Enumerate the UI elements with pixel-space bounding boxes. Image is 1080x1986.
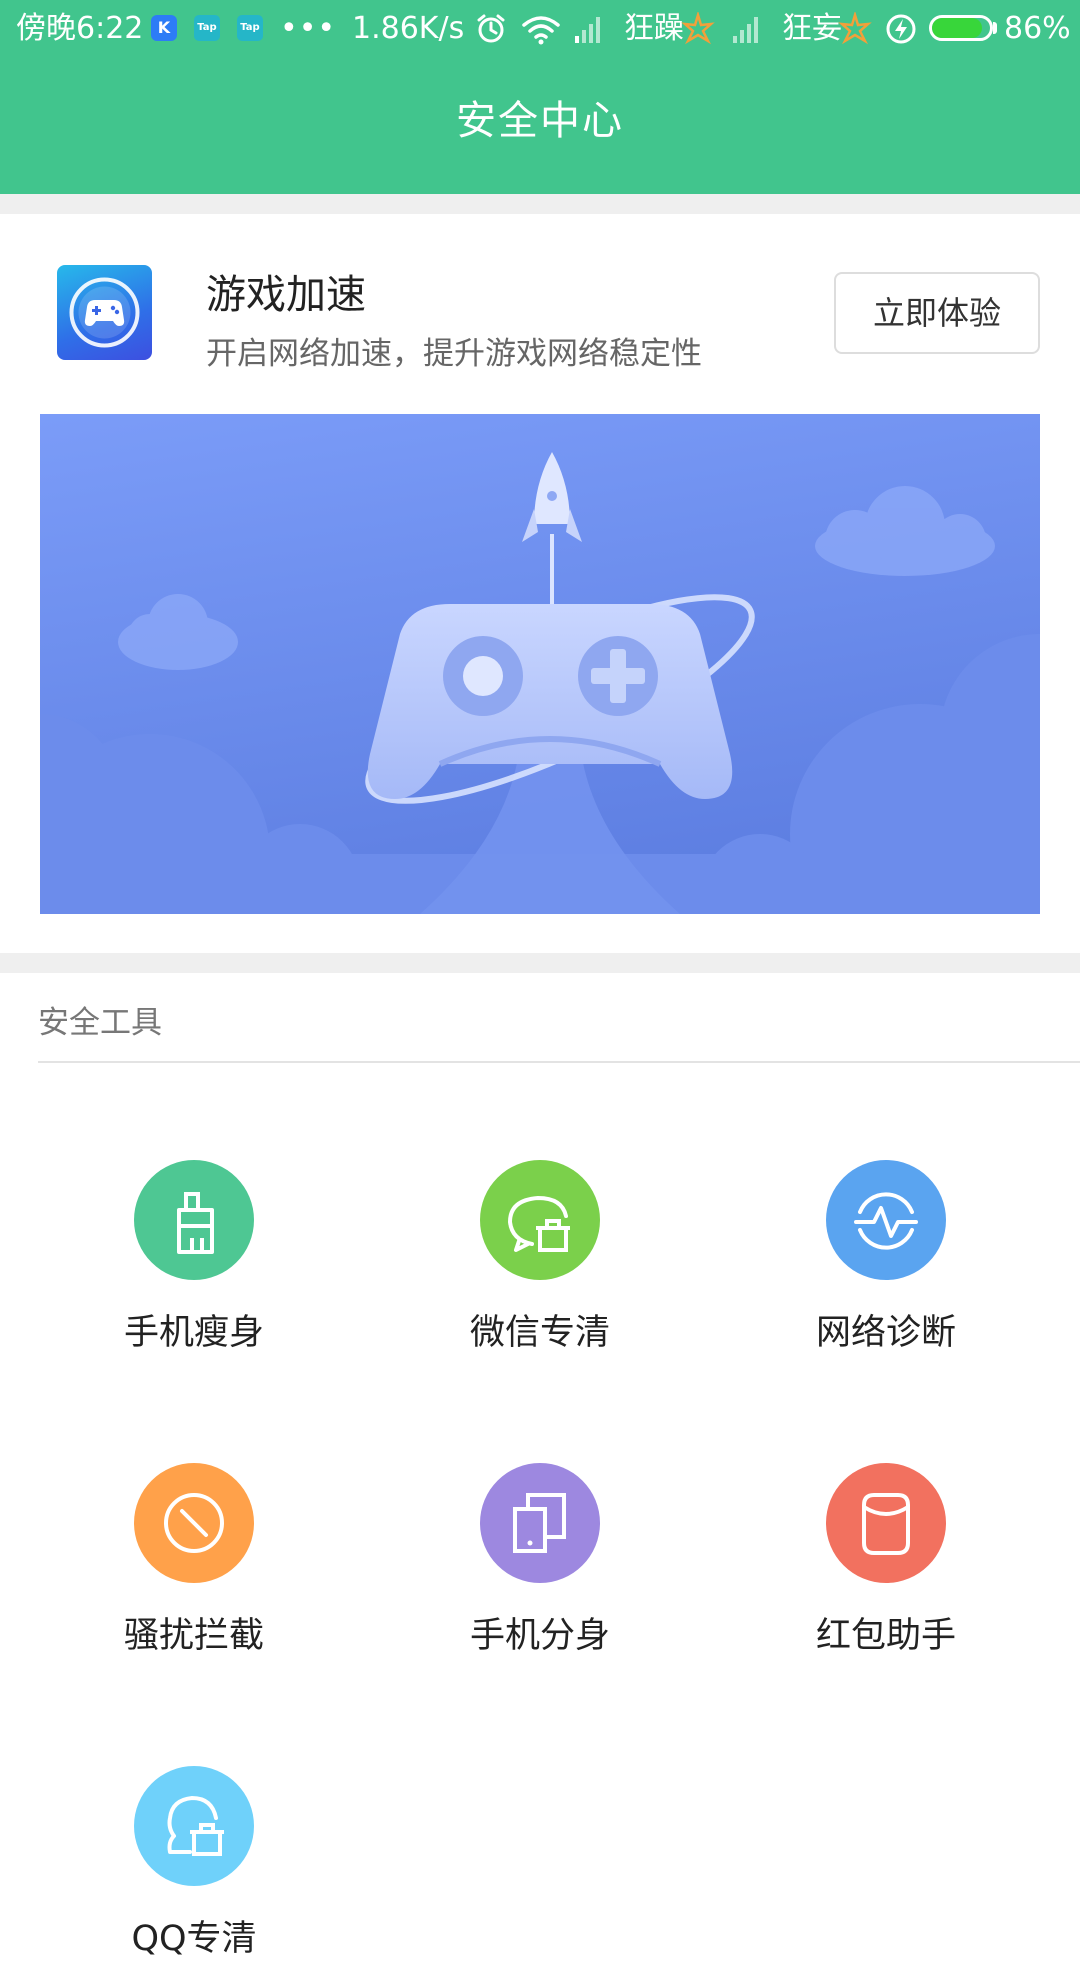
battery-icon — [929, 15, 993, 41]
tool-phone-slim[interactable]: 手机瘦身 — [21, 1160, 367, 1380]
qq-clean-icon — [167, 1796, 224, 1856]
broom-icon — [177, 1192, 214, 1254]
tool-icon-circle — [134, 1463, 254, 1583]
carrier-badge-icon — [681, 12, 715, 45]
wifi-icon — [522, 16, 560, 45]
tool-label: 红包助手 — [815, 1616, 956, 1656]
charging-icon — [886, 14, 916, 44]
tool-phone-clone[interactable]: 手机分身 — [367, 1463, 713, 1683]
tool-icon-circle — [826, 1463, 946, 1583]
tool-icon-circle — [134, 1160, 254, 1280]
battery-level — [932, 18, 982, 38]
carrier-badge-icon — [838, 12, 872, 45]
tool-qq-clean[interactable]: QQ专清 — [21, 1766, 367, 1986]
tool-label: 网络诊断 — [815, 1313, 956, 1353]
tool-icon-circle — [480, 1463, 600, 1583]
app-notification-tap-icon: Tap — [194, 15, 220, 41]
wechat-clean-icon — [507, 1195, 570, 1252]
tool-icon-circle — [480, 1160, 600, 1280]
signal-icon — [733, 17, 758, 43]
tool-icon-circle — [134, 1766, 254, 1886]
alarm-icon — [477, 14, 505, 43]
promo-title: 游戏加速 — [206, 272, 366, 318]
game-accelerate-app-icon[interactable] — [57, 265, 152, 360]
status-time: 傍晚6:22 — [16, 11, 144, 46]
divider — [38, 1061, 1080, 1063]
more-notifications-icon: ••• — [280, 11, 337, 46]
battery-tip — [993, 22, 997, 34]
tool-label: 骚扰拦截 — [123, 1616, 264, 1656]
promo-subtitle: 开启网络加速，提升游戏网络稳定性 — [206, 336, 702, 372]
app-header: 傍晚6:22 K Tap Tap ••• 1.86K/s 狂躁 狂妄 86% 安… — [0, 0, 1080, 194]
tool-red-packet-helper[interactable]: 红包助手 — [713, 1463, 1059, 1683]
signal-icon — [575, 17, 600, 43]
tool-icon-circle — [826, 1160, 946, 1280]
app-notification-tap-icon: Tap — [237, 15, 263, 41]
dual-phone-icon — [513, 1493, 566, 1553]
app-notification-k-icon: K — [151, 15, 177, 41]
page-title: 安全中心 — [456, 98, 624, 144]
network-speed: 1.86K/s — [352, 11, 465, 46]
gamepad-icon — [69, 277, 140, 348]
tool-network-diagnosis[interactable]: 网络诊断 — [713, 1160, 1059, 1380]
tool-label: 手机分身 — [469, 1616, 610, 1656]
red-packet-icon — [862, 1493, 910, 1555]
game-accelerate-banner[interactable] — [40, 414, 1040, 914]
section-separator — [0, 194, 1080, 214]
section-separator — [0, 953, 1080, 973]
battery-percent: 86% — [1004, 11, 1071, 46]
tool-label: 微信专清 — [469, 1313, 610, 1353]
tool-label: 手机瘦身 — [123, 1313, 264, 1353]
rocket-gamepad-illustration — [40, 414, 1040, 914]
network-diagnosis-icon — [854, 1192, 918, 1250]
carrier-name-1: 狂躁 — [624, 11, 684, 46]
block-icon — [164, 1493, 224, 1553]
tool-wechat-clean[interactable]: 微信专清 — [367, 1160, 713, 1380]
section-title: 安全工具 — [38, 1005, 162, 1041]
tool-harassment-block[interactable]: 骚扰拦截 — [21, 1463, 367, 1683]
carrier-name-2: 狂妄 — [782, 11, 842, 46]
try-now-button[interactable]: 立即体验 — [834, 272, 1040, 354]
tool-label: QQ专清 — [131, 1919, 257, 1959]
status-bar: 傍晚6:22 K Tap Tap ••• 1.86K/s 狂躁 狂妄 86% — [0, 0, 1080, 58]
